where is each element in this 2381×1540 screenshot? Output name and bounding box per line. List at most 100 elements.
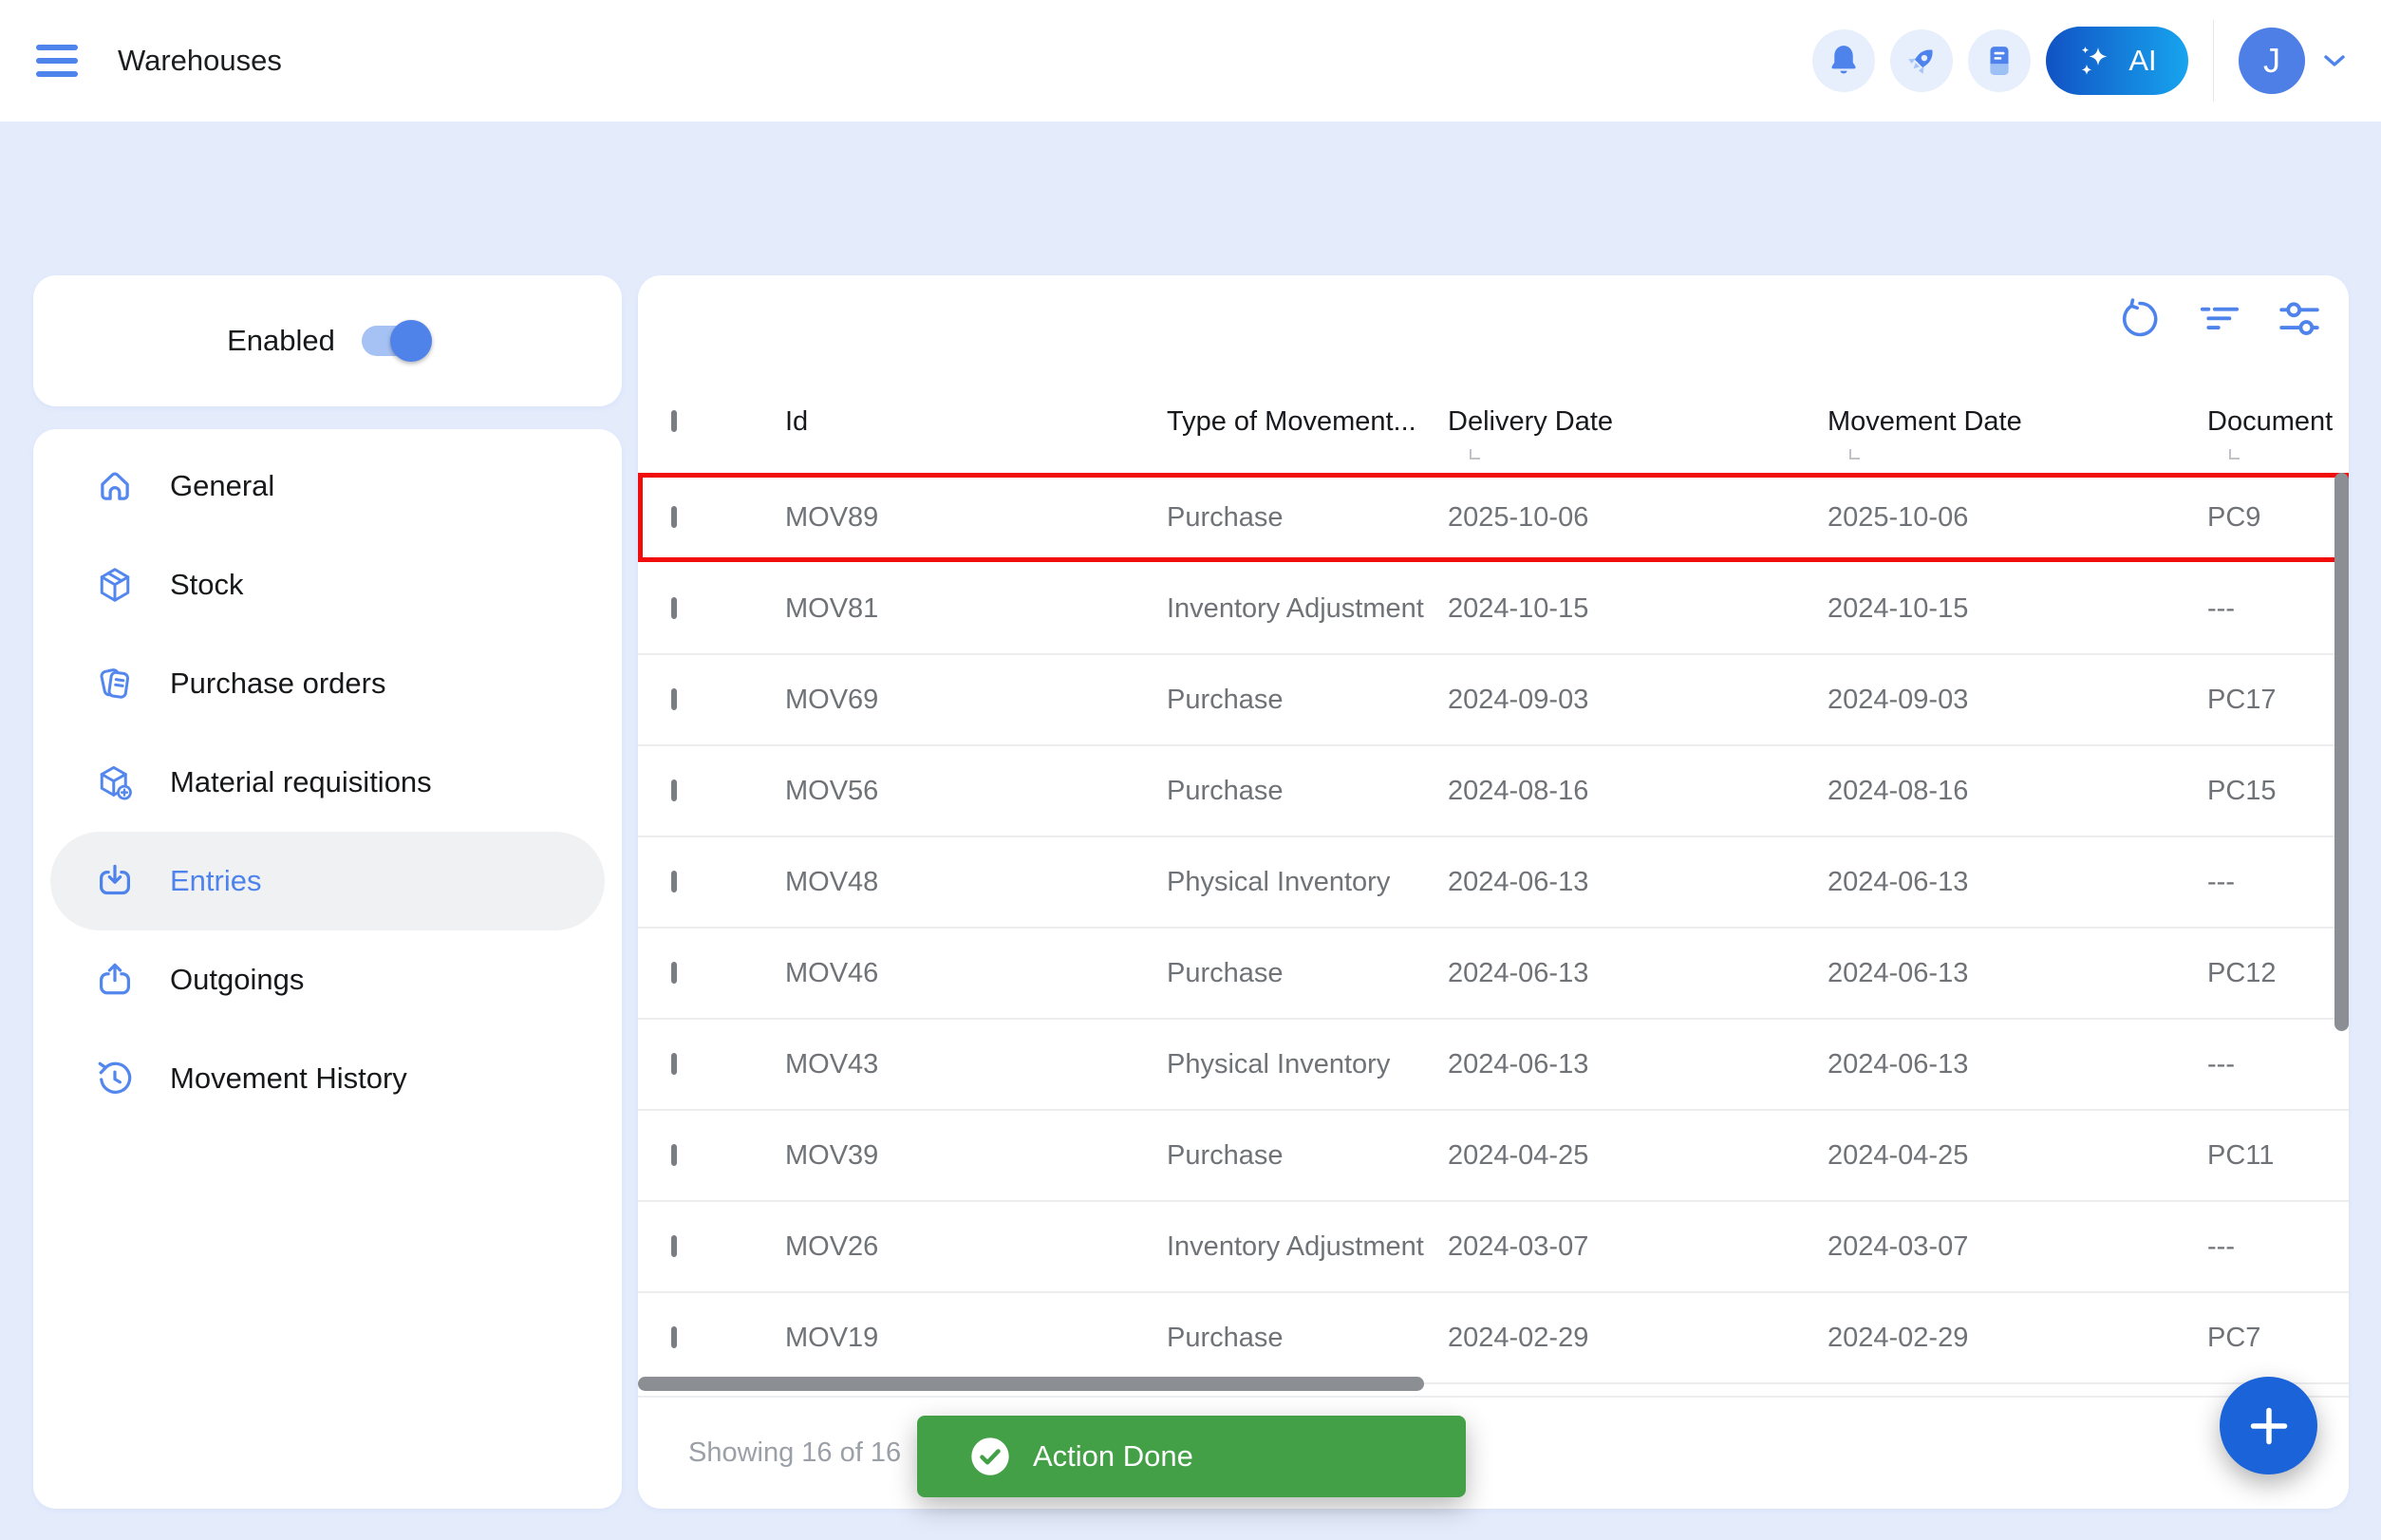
cell-movement-date: 2024-02-29 — [1828, 1323, 2207, 1354]
cell-movement-date: 2024-03-07 — [1828, 1231, 2207, 1263]
chevron-down-icon[interactable] — [2320, 51, 2349, 70]
table-row[interactable]: MOV89 Purchase 2025-10-06 2025-10-06 PC9 — [638, 473, 2349, 564]
sidebar-menu: General Stock Purchase orders Material r… — [33, 429, 622, 1509]
enabled-label: Enabled — [227, 324, 335, 358]
vertical-scrollbar[interactable] — [2334, 473, 2349, 1031]
table-row[interactable]: MOV19 Purchase 2024-02-29 2024-02-29 PC7 — [638, 1293, 2349, 1384]
column-resize-handle[interactable] — [1470, 449, 1480, 460]
enabled-toggle[interactable] — [362, 326, 428, 356]
sidebar-item-label: General — [170, 469, 274, 503]
bell-icon — [1828, 44, 1860, 78]
cell-document: --- — [2207, 1231, 2349, 1263]
cell-document: PC12 — [2207, 958, 2349, 989]
toggle-knob — [390, 320, 432, 362]
table-row[interactable]: MOV69 Purchase 2024-09-03 2024-09-03 PC1… — [638, 655, 2349, 746]
row-checkbox[interactable] — [671, 597, 677, 619]
row-checkbox[interactable] — [671, 1053, 677, 1075]
column-resize-handle[interactable] — [1849, 449, 1860, 460]
topbar-actions: AI J — [1812, 0, 2349, 122]
cell-movement-date: 2025-10-06 — [1828, 502, 2207, 534]
menu-icon[interactable] — [36, 43, 80, 79]
cell-id: MOV81 — [785, 593, 1167, 625]
column-header-type[interactable]: Type of Movement... — [1167, 406, 1448, 438]
cell-delivery-date: 2024-08-16 — [1448, 776, 1828, 807]
column-settings-icon[interactable] — [2275, 294, 2324, 344]
column-header-id[interactable]: Id — [785, 406, 1167, 438]
cell-id: MOV46 — [785, 958, 1167, 989]
table-row[interactable]: MOV46 Purchase 2024-06-13 2024-06-13 PC1… — [638, 929, 2349, 1020]
table-row[interactable]: MOV26 Inventory Adjustment 2024-03-07 20… — [638, 1202, 2349, 1293]
notes-button[interactable] — [1968, 29, 2031, 92]
table-body: MOV89 Purchase 2025-10-06 2025-10-06 PC9… — [638, 473, 2349, 1384]
receipts-icon — [96, 665, 134, 703]
cell-delivery-date: 2024-02-29 — [1448, 1323, 1828, 1354]
column-header-document[interactable]: Document — [2207, 406, 2349, 438]
row-checkbox[interactable] — [671, 1326, 677, 1348]
cell-movement-date: 2024-09-03 — [1828, 685, 2207, 716]
select-all-checkbox[interactable] — [671, 410, 677, 432]
cell-id: MOV69 — [785, 685, 1167, 716]
cell-delivery-date: 2024-03-07 — [1448, 1231, 1828, 1263]
column-resize-handle[interactable] — [2229, 449, 2240, 460]
table-toolbar — [2115, 294, 2324, 344]
showing-count: Showing 16 of 16 — [688, 1437, 901, 1469]
enabled-card: Enabled — [33, 275, 622, 406]
download-tray-icon — [96, 862, 134, 900]
entries-table-card: Id Type of Movement... Delivery Date Mov… — [638, 275, 2349, 1509]
row-checkbox[interactable] — [671, 871, 677, 892]
cell-type: Purchase — [1167, 776, 1448, 807]
sidebar-item-general[interactable]: General — [50, 437, 605, 535]
row-checkbox[interactable] — [671, 962, 677, 984]
ai-assistant-button[interactable]: AI — [2046, 27, 2188, 95]
avatar[interactable]: J — [2239, 28, 2305, 94]
sparkles-icon — [2077, 40, 2115, 82]
sidebar-item-label: Material requisitions — [170, 765, 432, 799]
cell-document: --- — [2207, 867, 2349, 898]
row-checkbox[interactable] — [671, 779, 677, 801]
table-row[interactable]: MOV43 Physical Inventory 2024-06-13 2024… — [638, 1020, 2349, 1111]
cell-id: MOV26 — [785, 1231, 1167, 1263]
cell-type: Purchase — [1167, 502, 1448, 534]
add-entry-fab[interactable] — [2220, 1377, 2317, 1474]
horizontal-scrollbar[interactable] — [638, 1377, 1424, 1391]
table-header-row: Id Type of Movement... Delivery Date Mov… — [638, 370, 2349, 473]
table-row[interactable]: MOV56 Purchase 2024-08-16 2024-08-16 PC1… — [638, 746, 2349, 837]
row-checkbox[interactable] — [671, 688, 677, 710]
cube-icon — [96, 566, 134, 604]
cell-movement-date: 2024-06-13 — [1828, 958, 2207, 989]
sidebar-item-purchase-orders[interactable]: Purchase orders — [50, 634, 605, 733]
column-header-delivery-date[interactable]: Delivery Date — [1448, 406, 1828, 438]
cell-delivery-date: 2024-06-13 — [1448, 867, 1828, 898]
notifications-button[interactable] — [1812, 29, 1875, 92]
sidebar-item-movement-history[interactable]: Movement History — [50, 1029, 605, 1128]
row-checkbox[interactable] — [671, 506, 677, 528]
plus-icon — [2248, 1405, 2290, 1447]
cell-id: MOV89 — [785, 502, 1167, 534]
upload-tray-icon — [96, 961, 134, 999]
cell-document: --- — [2207, 593, 2349, 625]
column-header-movement-date[interactable]: Movement Date — [1828, 406, 2207, 438]
sidebar-item-label: Movement History — [170, 1061, 407, 1096]
table-row[interactable]: MOV48 Physical Inventory 2024-06-13 2024… — [638, 837, 2349, 929]
sidebar-item-label: Purchase orders — [170, 667, 385, 701]
sidebar-item-entries[interactable]: Entries — [50, 832, 605, 930]
table-footer: Showing 16 of 16 — [638, 1396, 2349, 1509]
ai-button-label: AI — [2128, 44, 2156, 78]
sidebar-item-outgoings[interactable]: Outgoings — [50, 930, 605, 1029]
table-row[interactable]: MOV81 Inventory Adjustment 2024-10-15 20… — [638, 564, 2349, 655]
row-checkbox[interactable] — [671, 1235, 677, 1257]
refresh-icon[interactable] — [2115, 294, 2165, 344]
sidebar-item-material-requisitions[interactable]: Material requisitions — [50, 733, 605, 832]
sidebar-item-stock[interactable]: Stock — [50, 535, 605, 634]
home-icon — [96, 467, 134, 505]
table-row[interactable]: MOV39 Purchase 2024-04-25 2024-04-25 PC1… — [638, 1111, 2349, 1202]
sidebar-item-label: Entries — [170, 864, 261, 898]
row-checkbox[interactable] — [671, 1144, 677, 1166]
cell-document: PC15 — [2207, 776, 2349, 807]
avatar-initial: J — [2263, 41, 2280, 81]
launch-button[interactable] — [1890, 29, 1953, 92]
cell-document: PC11 — [2207, 1140, 2349, 1172]
cell-document: PC17 — [2207, 685, 2349, 716]
filter-icon[interactable] — [2195, 294, 2244, 344]
cell-type: Purchase — [1167, 958, 1448, 989]
